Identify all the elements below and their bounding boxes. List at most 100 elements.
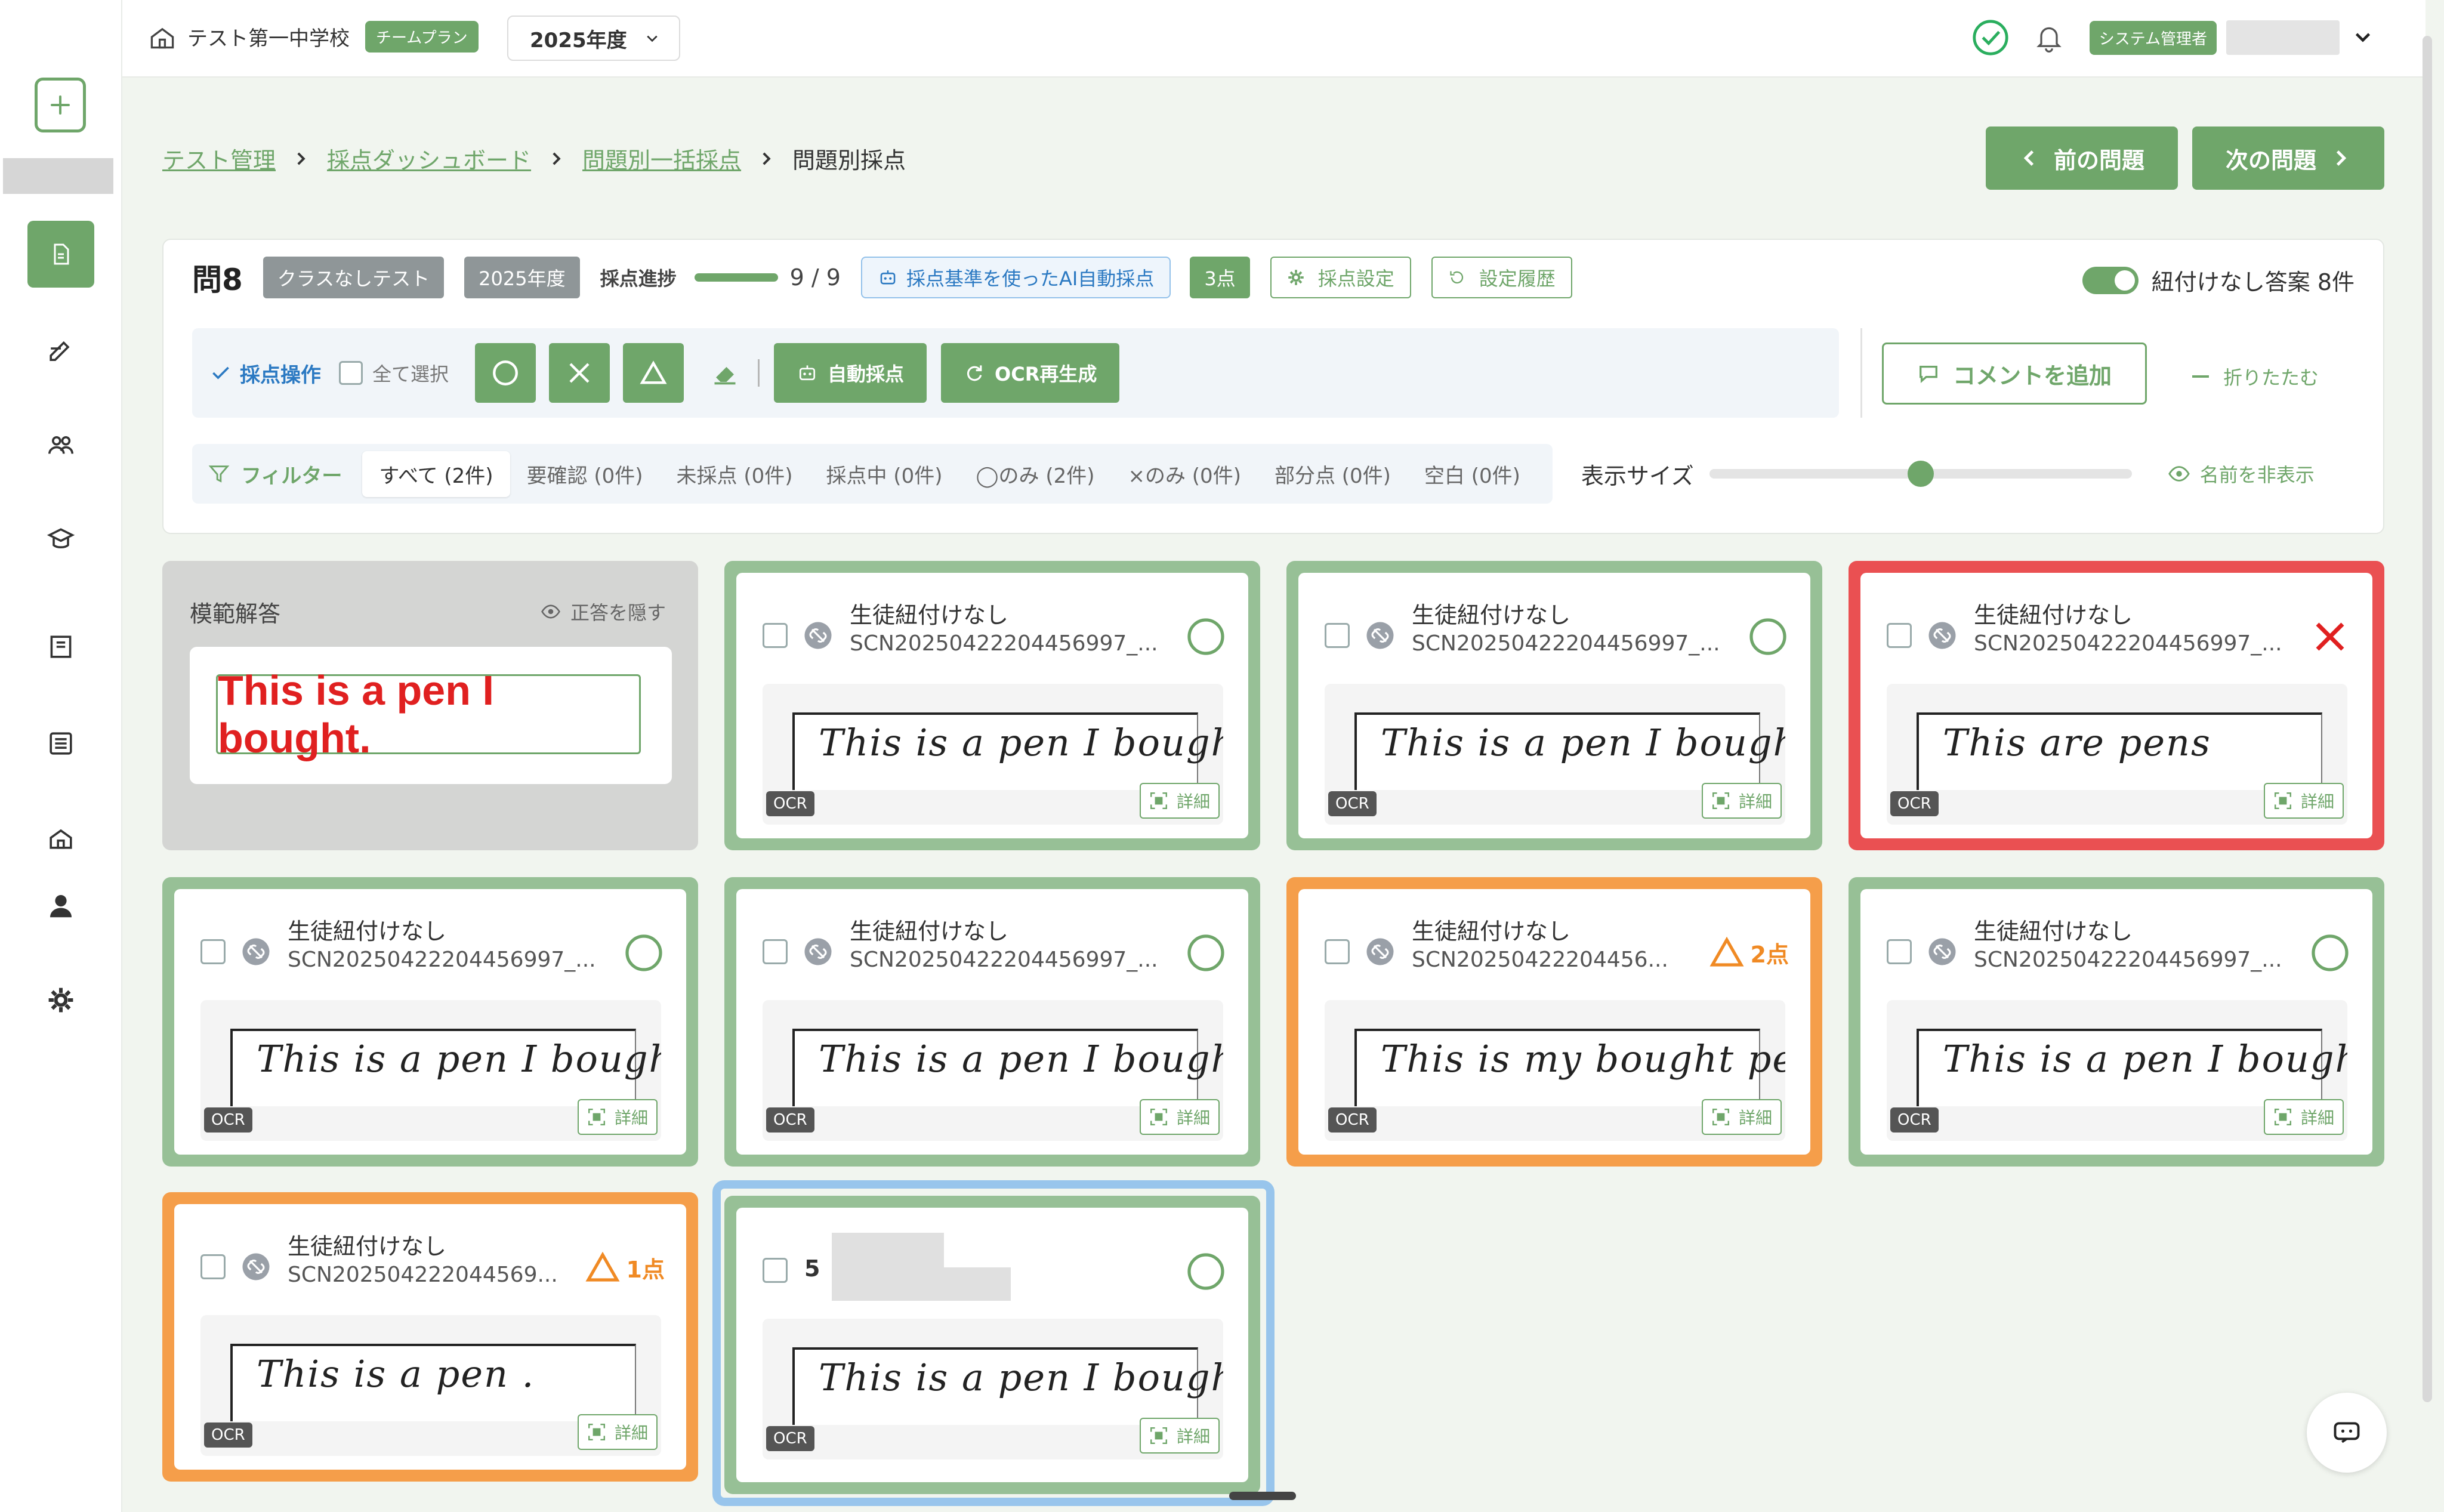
answer-select-checkbox[interactable]	[1887, 623, 1912, 648]
answer-image-area[interactable]: This is a pen I bought. OCR 詳細	[763, 684, 1223, 825]
answer-image-area[interactable]: This is a pen I bought. OCR 詳細	[763, 1000, 1223, 1141]
answer-image-area[interactable]: This is a pen I bought. OCR 詳細	[763, 1319, 1223, 1459]
sidebar-item-users-icon[interactable]	[47, 431, 75, 459]
grading-operations-toggle[interactable]: 採点操作	[210, 359, 321, 388]
year-select[interactable]: 2025年度	[507, 16, 680, 61]
select-all-checkbox[interactable]	[339, 361, 363, 385]
filter-tab-all[interactable]: すべて (2件)	[362, 450, 510, 497]
answer-card[interactable]: 生徒紐付けなし SCN20250422204456997_... This ar…	[1849, 561, 2384, 850]
correct-circle-icon[interactable]	[1747, 616, 1789, 658]
mark-wrong-button[interactable]	[549, 343, 610, 403]
sidebar-item-person-icon[interactable]	[47, 891, 75, 920]
filter-tab-ungraded[interactable]: 未採点 (0件)	[660, 451, 810, 497]
answer-select-checkbox[interactable]	[763, 1258, 788, 1283]
hide-names-button[interactable]: 名前を非表示	[2168, 460, 2315, 487]
wrong-cross-icon[interactable]	[2309, 616, 2351, 658]
ocr-regenerate-button[interactable]: OCR再生成	[941, 343, 1120, 403]
mark-partial-button[interactable]	[623, 343, 684, 403]
answer-image-area[interactable]: This is a pen . OCR 詳細	[200, 1315, 661, 1456]
answer-image-area[interactable]: This is a pen I bought OCR 詳細	[1887, 1000, 2347, 1141]
hide-answer-button[interactable]: 正答を隠す	[541, 598, 666, 625]
add-comment-button[interactable]: コメントを追加	[1882, 342, 2147, 405]
detail-button[interactable]: 詳細	[577, 1414, 658, 1450]
answer-select-checkbox[interactable]	[763, 623, 788, 648]
correct-circle-icon[interactable]	[623, 932, 665, 974]
chevron-down-icon[interactable]	[2354, 29, 2372, 47]
status-check-icon[interactable]	[1971, 18, 2010, 57]
filter-tab-wrong-only[interactable]: ×のみ (0件)	[1112, 451, 1258, 497]
detail-button[interactable]: 詳細	[1139, 1099, 1220, 1135]
scan-id: SCN20250422204456997_...	[850, 631, 1158, 656]
sidebar-item-graduation-icon[interactable]	[47, 525, 75, 554]
answer-card[interactable]: 生徒紐付けなし SCN20250422204456997_... This is…	[1286, 561, 1822, 850]
detail-button[interactable]: 詳細	[1701, 1099, 1782, 1135]
settings-history-button[interactable]: 設定履歴	[1431, 257, 1572, 298]
prev-question-button[interactable]: 前の問題	[1986, 126, 2178, 190]
answer-card[interactable]: 生徒紐付けなし SCN202504222044569... 1点 This is…	[162, 1192, 698, 1482]
eraser-icon[interactable]	[710, 358, 740, 388]
display-size-slider-knob[interactable]	[1907, 461, 1934, 487]
correct-circle-icon[interactable]	[1185, 1251, 1227, 1292]
breadcrumb-link-test-management[interactable]: テスト管理	[162, 142, 276, 175]
user-name-redacted[interactable]	[2226, 20, 2340, 55]
detail-button[interactable]: 詳細	[1139, 1418, 1220, 1454]
grading-settings-button[interactable]: 採点設定	[1270, 257, 1411, 298]
answer-image-area[interactable]: This is a pen I bought. OCR 詳細	[200, 1000, 661, 1141]
answer-image-area[interactable]: This is a pen I bought. OCR 詳細	[1325, 684, 1785, 825]
answer-image-area[interactable]: This are pens OCR 詳細	[1887, 684, 2347, 825]
sidebar-item-pen-icon[interactable]	[47, 334, 75, 363]
ai-auto-grading-button[interactable]: 採点基準を使ったAI自動採点	[860, 257, 1171, 298]
answer-select-checkbox[interactable]	[1325, 939, 1350, 964]
school-icon	[150, 27, 174, 48]
filter-tab-needs-review[interactable]: 要確認 (0件)	[510, 451, 660, 497]
answer-card[interactable]: 生徒紐付けなし SCN20250422204456997_... This is…	[1849, 877, 2384, 1167]
detail-button[interactable]: 詳細	[2263, 1099, 2344, 1135]
answer-select-checkbox[interactable]	[1887, 939, 1912, 964]
progress-bar	[694, 273, 778, 282]
answer-card[interactable]: 生徒紐付けなし SCN20250422204456997_... This is…	[162, 877, 698, 1167]
answer-select-checkbox[interactable]	[200, 1254, 226, 1279]
detail-button[interactable]: 詳細	[1139, 783, 1220, 819]
answer-select-checkbox[interactable]	[1325, 623, 1350, 648]
breadcrumb-link-dashboard[interactable]: 採点ダッシュボード	[327, 142, 531, 175]
progress-value: 9 / 9	[789, 264, 841, 291]
answer-card[interactable]: 生徒紐付けなし SCN20250422204456997_... This is…	[724, 561, 1260, 850]
answer-select-checkbox[interactable]	[763, 939, 788, 964]
partial-points[interactable]: 1点	[585, 1249, 665, 1285]
mark-correct-button[interactable]	[475, 343, 536, 403]
filter-tab-partial[interactable]: 部分点 (0件)	[1258, 451, 1408, 497]
partial-points[interactable]: 2点	[1709, 934, 1789, 970]
answer-card[interactable]: 生徒紐付けなし SCN20250422204456... 2点 This is …	[1286, 877, 1822, 1167]
unlinked-answers-toggle[interactable]	[2082, 266, 2138, 294]
sidebar-item-school-icon[interactable]	[47, 823, 75, 852]
sidebar-item-gear-icon[interactable]	[47, 986, 75, 1014]
chat-support-button[interactable]	[2307, 1393, 2387, 1473]
collapse-button[interactable]: 折りたたむ	[2192, 363, 2319, 390]
detail-button[interactable]: 詳細	[1701, 783, 1782, 819]
answer-image-area[interactable]: This is my bought pen. OCR 詳細	[1325, 1000, 1785, 1141]
horizontal-scroll-handle[interactable]	[1229, 1492, 1296, 1500]
handwriting-image: This is my bought pen.	[1354, 1029, 1785, 1106]
filter-tab-blank[interactable]: 空白 (0件)	[1408, 451, 1537, 497]
correct-circle-icon[interactable]	[1185, 932, 1227, 974]
answer-card[interactable]: 生徒紐付けなし SCN20250422204456997_... This is…	[724, 877, 1260, 1167]
breadcrumb-link-bulk-grading[interactable]: 問題別一括採点	[582, 142, 741, 175]
detail-button[interactable]: 詳細	[577, 1099, 658, 1135]
sidebar-item-book-icon[interactable]	[47, 632, 75, 661]
correct-circle-icon[interactable]	[1185, 616, 1227, 658]
sidebar-item-list-icon[interactable]	[47, 729, 75, 758]
answer-card[interactable]: 5 This is a pen I bought. OCR 詳細	[724, 1196, 1260, 1494]
auto-grade-button[interactable]: 自動採点	[774, 343, 927, 403]
sidebar-item-grading[interactable]	[27, 221, 94, 288]
answer-select-checkbox[interactable]	[200, 939, 226, 964]
add-button[interactable]	[35, 78, 86, 132]
next-question-button[interactable]: 次の問題	[2192, 126, 2384, 190]
correct-circle-icon[interactable]	[2309, 932, 2351, 974]
filter-tab-grading[interactable]: 採点中 (0件)	[810, 451, 959, 497]
detail-button[interactable]: 詳細	[2263, 783, 2344, 819]
bell-icon[interactable]	[2033, 22, 2065, 53]
display-size-slider[interactable]	[1709, 461, 2132, 487]
filter-tab-correct-only[interactable]: ◯のみ (2件)	[959, 451, 1111, 497]
select-all[interactable]: 全て選択	[339, 359, 449, 387]
vertical-scrollbar[interactable]	[2423, 36, 2432, 1402]
